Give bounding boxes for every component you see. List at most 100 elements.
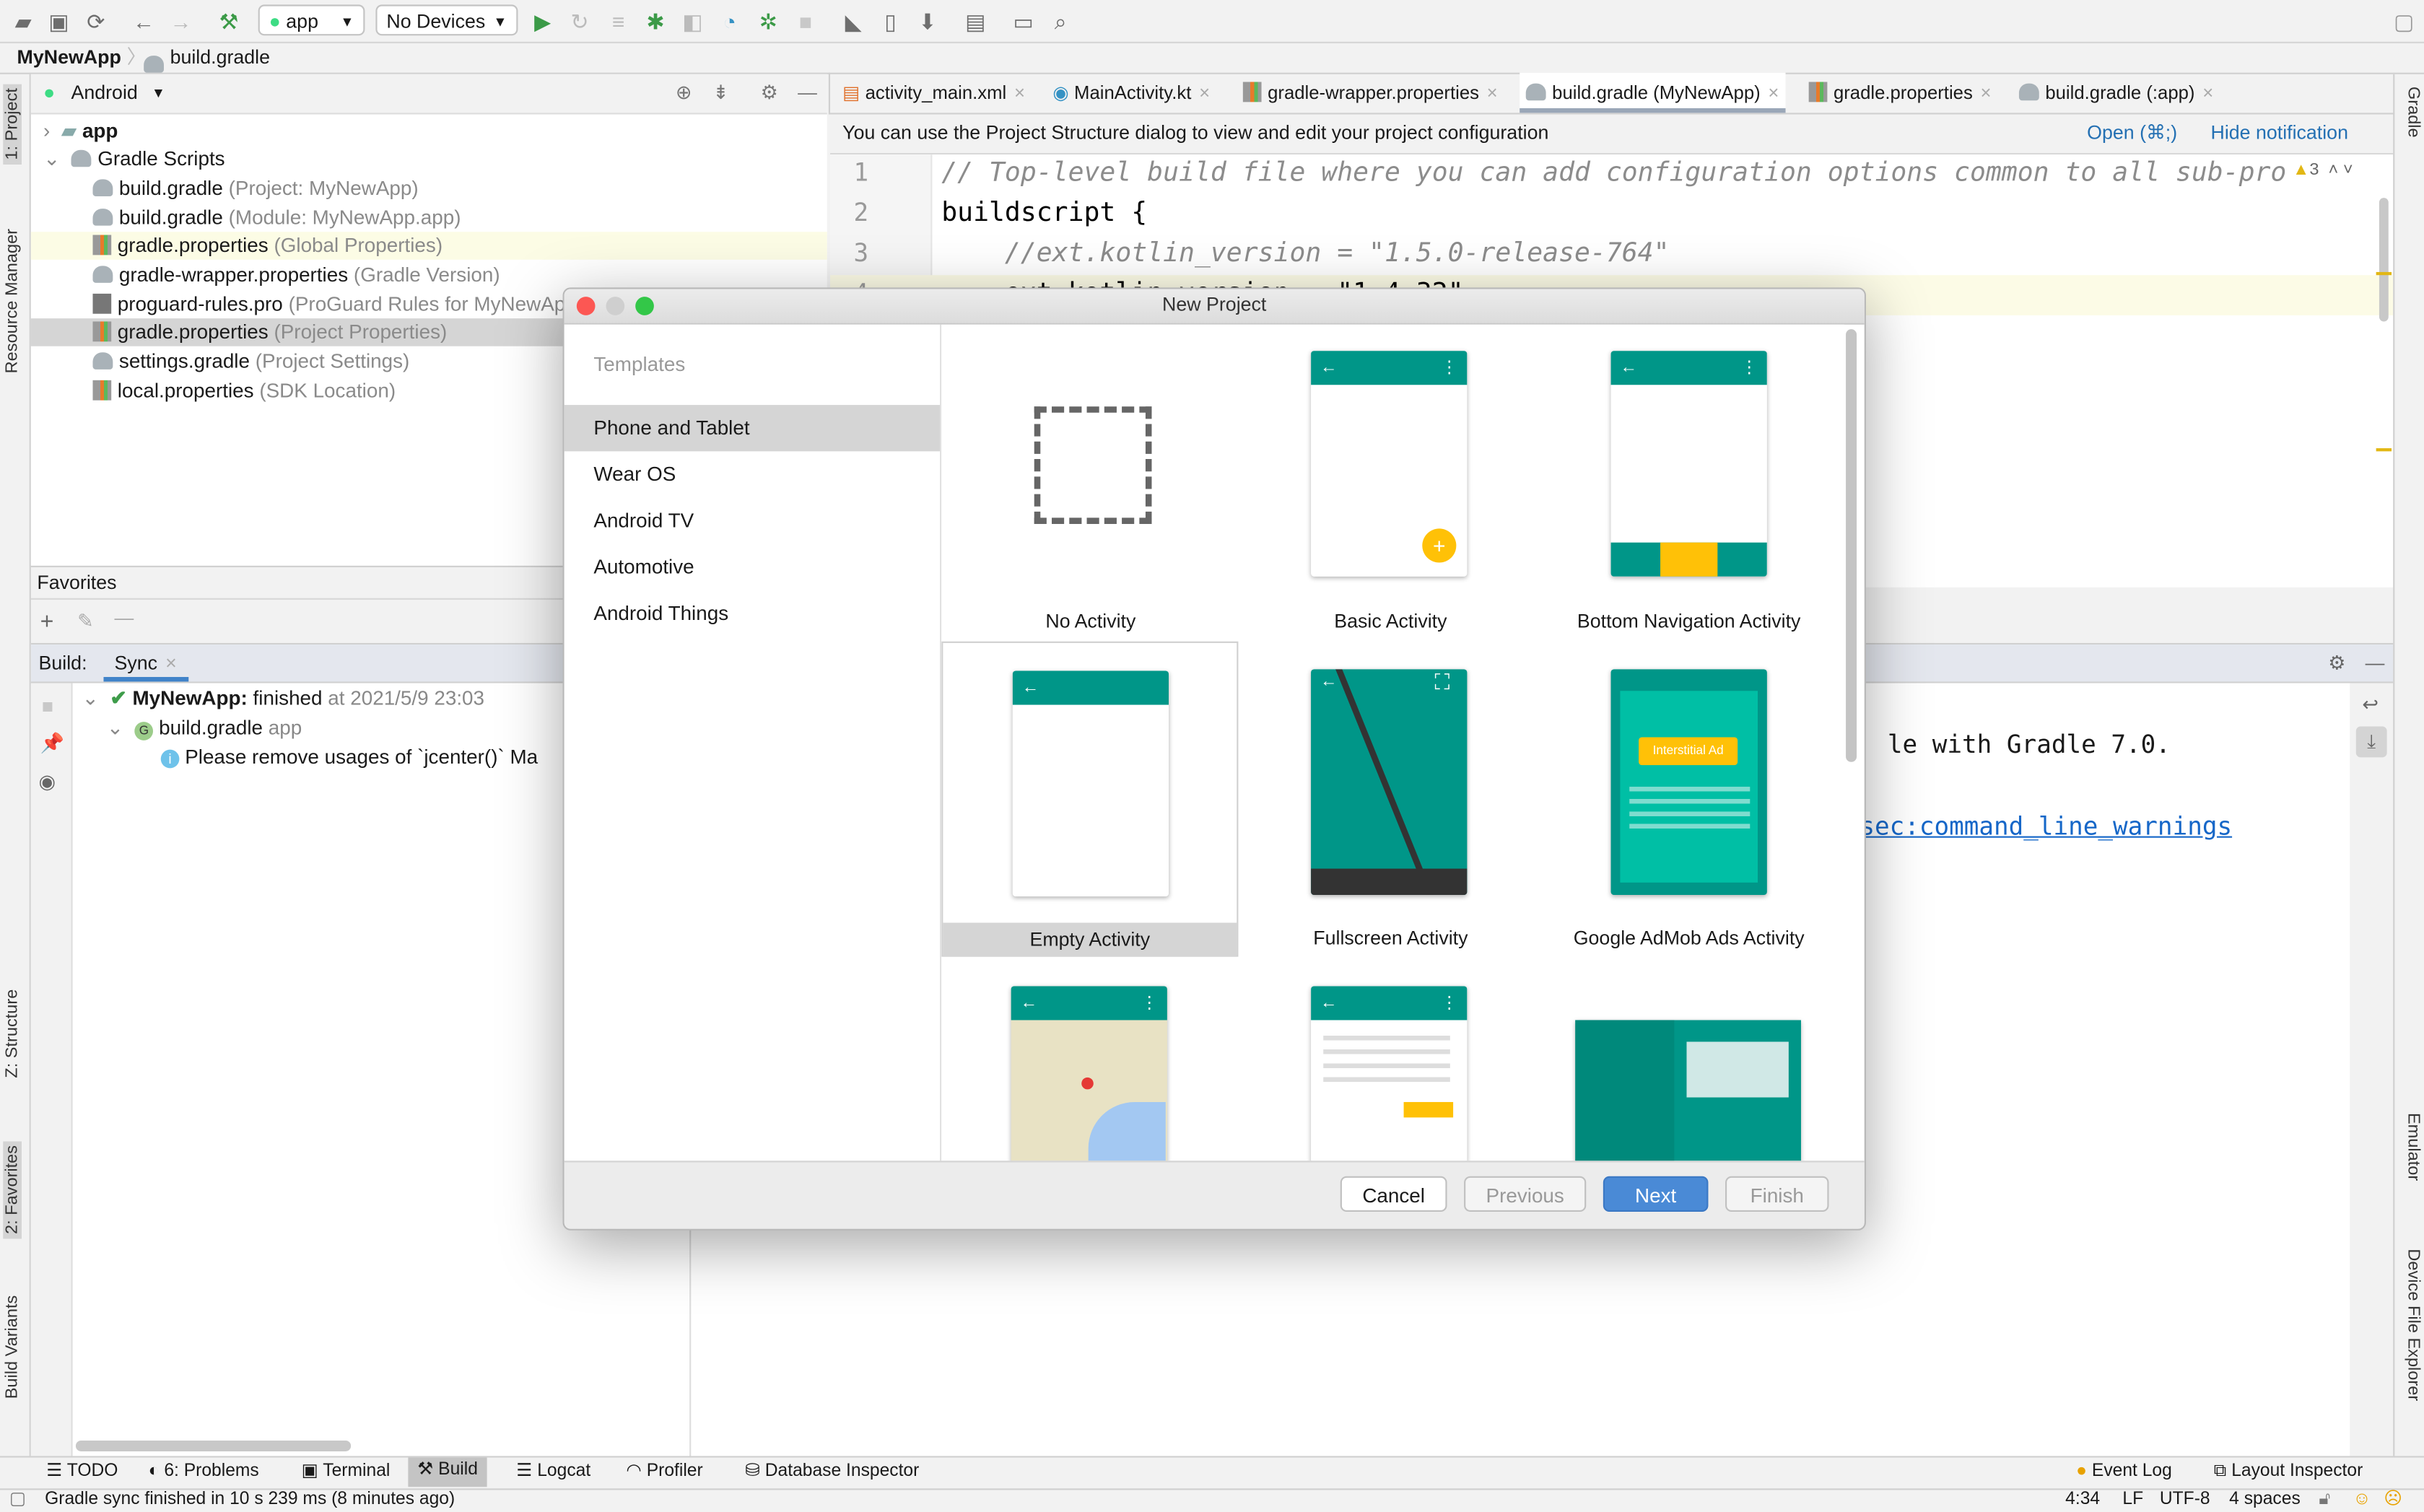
gradle-tool-button[interactable]: Gradle: [2404, 87, 2423, 138]
close-icon[interactable]: ×: [165, 644, 177, 681]
emulator-tool-button[interactable]: Emulator: [2404, 1113, 2423, 1181]
close-icon[interactable]: ×: [2202, 82, 2213, 104]
hide-panel-icon[interactable]: —: [798, 74, 817, 113]
tile-no-activity[interactable]: No Activity: [941, 325, 1239, 642]
breadcrumb-file[interactable]: build.gradle: [170, 43, 270, 73]
structure-tool-button[interactable]: Z: Structure: [3, 989, 22, 1078]
device-select[interactable]: No Devices ▼: [375, 4, 518, 36]
close-icon[interactable]: ×: [1768, 82, 1779, 104]
category-phone-tablet[interactable]: Phone and Tablet: [564, 405, 941, 452]
tree-item-file[interactable]: build.gradle (Module: MyNewApp.app): [92, 204, 461, 232]
device-file-explorer-tool-button[interactable]: Device File Explorer: [2404, 1249, 2423, 1401]
close-icon[interactable]: ×: [1487, 82, 1498, 104]
hide-panel-icon[interactable]: —: [2366, 644, 2385, 681]
eye-icon[interactable]: ◉: [39, 770, 56, 793]
project-structure-icon[interactable]: ▤: [962, 8, 990, 36]
build-variants-tool-button[interactable]: Build Variants: [3, 1295, 22, 1399]
tile-empty-activity[interactable]: ← Empty Activity: [941, 641, 1239, 957]
logcat-tool-button[interactable]: ☰ Logcat: [516, 1459, 590, 1485]
file-encoding[interactable]: UTF-8: [2160, 1487, 2210, 1511]
apply-code-changes-icon[interactable]: ≡: [604, 8, 632, 36]
tree-item-file[interactable]: gradle.properties (Project Properties): [92, 318, 447, 346]
profiler-tool-button[interactable]: ◠ Profiler: [626, 1459, 702, 1485]
category-android-tv[interactable]: Android TV: [564, 498, 940, 544]
close-icon[interactable]: ×: [1199, 82, 1210, 104]
project-tool-button[interactable]: 1: Project: [3, 83, 22, 165]
collapse-all-icon[interactable]: ⇟: [712, 74, 728, 113]
gear-icon[interactable]: ⚙: [2328, 644, 2345, 681]
gallery-scrollbar[interactable]: [1846, 329, 1857, 762]
tab-sync[interactable]: Sync ×: [103, 644, 189, 682]
tree-item-file[interactable]: settings.gradle (Project Settings): [92, 348, 409, 376]
sync-icon[interactable]: ⟳: [82, 8, 110, 36]
tree-item-app[interactable]: › ▰ app: [43, 118, 118, 146]
problems-tool-button[interactable]: ◐ 6: Problems: [149, 1459, 259, 1485]
tab-build-gradle-project[interactable]: build.gradle (MyNewApp) ×: [1520, 72, 1786, 113]
tile-basic-activity[interactable]: ← ⋮ + Basic Activity: [1242, 325, 1540, 642]
tab-build-gradle-app[interactable]: build.gradle (:app) ×: [2013, 73, 2219, 113]
tab-main-activity[interactable]: ◉ MainActivity.kt ×: [1047, 73, 1216, 113]
run-icon[interactable]: ▶: [528, 8, 557, 36]
chevron-down-icon[interactable]: ▼: [152, 74, 165, 113]
build-tree-scrollbar[interactable]: [75, 1440, 352, 1451]
build-tool-button[interactable]: ⚒ Build: [408, 1457, 487, 1487]
gear-icon[interactable]: ⚙: [761, 74, 778, 113]
gradle-sync-icon[interactable]: ◣: [840, 8, 868, 36]
notification-open-link[interactable]: Open (⌘;): [2087, 114, 2177, 153]
debug-icon[interactable]: ✱: [642, 8, 670, 36]
layout-inspector-tool-button[interactable]: ⧉ Layout Inspector: [2214, 1459, 2363, 1485]
lock-icon[interactable]: 🔓︎: [2319, 1487, 2330, 1511]
todo-tool-button[interactable]: ☰ TODO: [46, 1459, 118, 1485]
sad-face-icon[interactable]: ☹: [2384, 1487, 2402, 1511]
database-inspector-tool-button[interactable]: ⛁ Database Inspector: [745, 1459, 919, 1485]
category-wear-os[interactable]: Wear OS: [564, 451, 940, 497]
login-activity-preview[interactable]: ← ⋮: [1311, 986, 1468, 1161]
finish-button[interactable]: Finish: [1725, 1176, 1829, 1212]
master-detail-preview[interactable]: [1575, 1020, 1801, 1161]
tab-gradle-wrapper[interactable]: gradle-wrapper.properties ×: [1237, 73, 1504, 113]
save-icon[interactable]: ▣: [45, 8, 73, 36]
tile-fullscreen-activity[interactable]: ← ⛶ Fullscreen Activity: [1242, 642, 1540, 958]
edit-icon[interactable]: ✎: [77, 609, 93, 632]
inspection-widget[interactable]: ▲3 ˄ ˅: [2293, 161, 2353, 180]
tree-item-file[interactable]: gradle.properties (Global Properties): [92, 232, 442, 260]
chevron-down-icon[interactable]: ˅: [2338, 161, 2353, 180]
caret-position[interactable]: 4:34: [2065, 1487, 2100, 1511]
tile-admob-activity[interactable]: Interstitial Ad Google AdMob Ads Activit…: [1540, 642, 1838, 958]
previous-button[interactable]: Previous: [1464, 1176, 1587, 1212]
stop-icon[interactable]: ■: [42, 696, 53, 717]
project-view-select[interactable]: Android: [71, 74, 138, 113]
run-config-select[interactable]: ● app ▼: [258, 4, 365, 36]
soft-wrap-icon[interactable]: ↩: [2362, 692, 2378, 716]
tab-gradle-properties[interactable]: gradle.properties ×: [1802, 73, 1997, 113]
back-icon[interactable]: ←: [130, 8, 158, 36]
apply-changes-icon[interactable]: ↻: [566, 8, 594, 36]
favorites-tool-button[interactable]: 2: Favorites: [3, 1140, 22, 1239]
resource-manager-tool-button[interactable]: Resource Manager: [3, 229, 22, 373]
happy-face-icon[interactable]: ☺: [2353, 1487, 2371, 1511]
scroll-to-end-icon[interactable]: ⤓: [2355, 726, 2387, 758]
running-devices-icon[interactable]: ▭: [1009, 8, 1037, 36]
tree-item-file[interactable]: proguard-rules.pro (ProGuard Rules for M…: [92, 291, 622, 319]
close-icon[interactable]: ×: [1014, 82, 1025, 104]
stop-icon[interactable]: ■: [791, 8, 819, 36]
avd-manager-icon[interactable]: ▯: [876, 8, 904, 36]
tree-item-file[interactable]: local.properties (SDK Location): [92, 377, 396, 406]
run-with-coverage-icon[interactable]: ✲: [754, 8, 782, 36]
build-tree-root[interactable]: ⌄ ✔ MyNewApp: finished at 2021/5/9 23:03: [82, 686, 485, 711]
indent-setting[interactable]: 4 spaces: [2229, 1487, 2301, 1511]
status-message[interactable]: Gradle sync finished in 10 s 239 ms (8 m…: [45, 1487, 455, 1511]
line-separator[interactable]: LF: [2122, 1487, 2143, 1511]
tile-bottom-navigation-activity[interactable]: ← ⋮ Bottom Navigation Activity: [1540, 325, 1838, 642]
remove-icon[interactable]: —: [114, 608, 134, 629]
breadcrumb-project[interactable]: MyNewApp: [17, 43, 121, 73]
sdk-manager-icon[interactable]: ⬇: [914, 8, 942, 36]
terminal-tool-button[interactable]: ▣ Terminal: [302, 1459, 391, 1485]
forward-icon[interactable]: →: [167, 8, 195, 36]
tree-item-file[interactable]: build.gradle (Project: MyNewApp): [92, 175, 419, 203]
tab-activity-main[interactable]: ▤ activity_main.xml ×: [837, 73, 1032, 113]
close-icon[interactable]: ×: [1981, 82, 1992, 104]
add-icon[interactable]: +: [40, 609, 54, 635]
pin-icon[interactable]: 📌: [40, 733, 64, 756]
build-tree-child[interactable]: ⌄ G build.gradle app: [107, 716, 302, 740]
